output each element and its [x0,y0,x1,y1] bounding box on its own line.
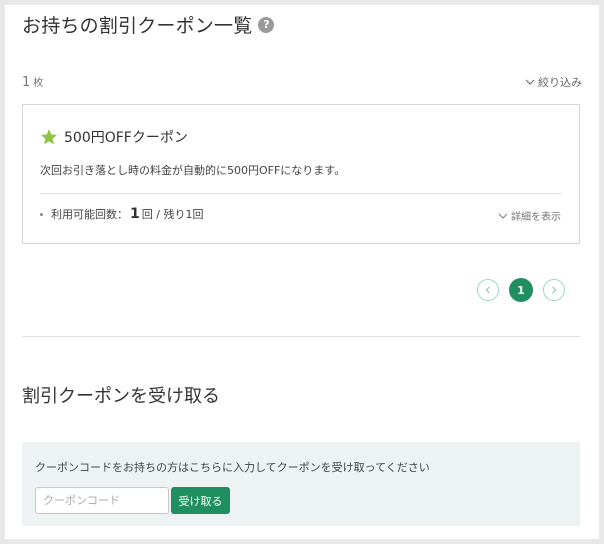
coupon-name: 500円OFFクーポン [64,130,188,146]
details-label: 詳細を表示 [511,212,561,223]
coupon-count: 1 枚 [22,74,43,90]
pagination: 1 [477,278,565,302]
filter-label: 絞り込み [538,76,582,89]
coupon-description: 次回お引き落とし時の料金が自動的に500円OFFになります。 [40,164,346,177]
usage-info: 利用可能回数： 1 回 / 残り1回 [40,206,203,222]
usage-label: 利用可能回数： [51,208,128,221]
chevron-down-icon [498,213,508,219]
usage-suffix: 回 / 残り1回 [141,208,204,221]
chevron-left-icon [485,286,490,294]
chevron-down-icon [525,79,535,85]
list-toolbar: 1 枚 絞り込み [22,73,582,91]
redeem-button[interactable]: 受け取る [171,487,230,514]
coupon-code-input[interactable] [35,487,169,514]
coupon-count-number: 1 [22,75,31,90]
redeem-instruction: クーポンコードをお持ちの方はこちらに入力してクーポンを受け取ってください [35,461,430,474]
coupon-count-unit: 枚 [33,78,44,89]
next-page-button[interactable] [543,279,565,301]
header: お持ちの割引クーポン一覧 ? [22,11,275,38]
usage-count: 1 [130,206,140,222]
page-frame: お持ちの割引クーポン一覧 ? 1 枚 絞り込み 500円OFFクーポン 次回お引… [5,5,599,539]
filter-toggle[interactable]: 絞り込み [525,74,582,90]
star-icon [41,129,57,145]
coupon-divider [40,193,562,194]
section-divider [22,336,580,337]
redeem-panel: クーポンコードをお持ちの方はこちらに入力してクーポンを受け取ってください 受け取… [22,442,580,526]
bullet-icon [40,212,43,216]
coupon-title-row: 500円OFFクーポン [40,127,188,147]
chevron-right-icon [552,286,557,294]
help-icon[interactable]: ? [258,16,275,33]
redeem-section-title: 割引クーポンを受け取る [22,386,220,407]
page-number-current[interactable]: 1 [509,278,533,302]
page-title: お持ちの割引クーポン一覧 [22,15,253,37]
coupon-card: 500円OFFクーポン 次回お引き落とし時の料金が自動的に500円OFFになりま… [22,104,580,244]
prev-page-button[interactable] [477,279,499,301]
show-details-link[interactable]: 詳細を表示 [498,208,561,223]
